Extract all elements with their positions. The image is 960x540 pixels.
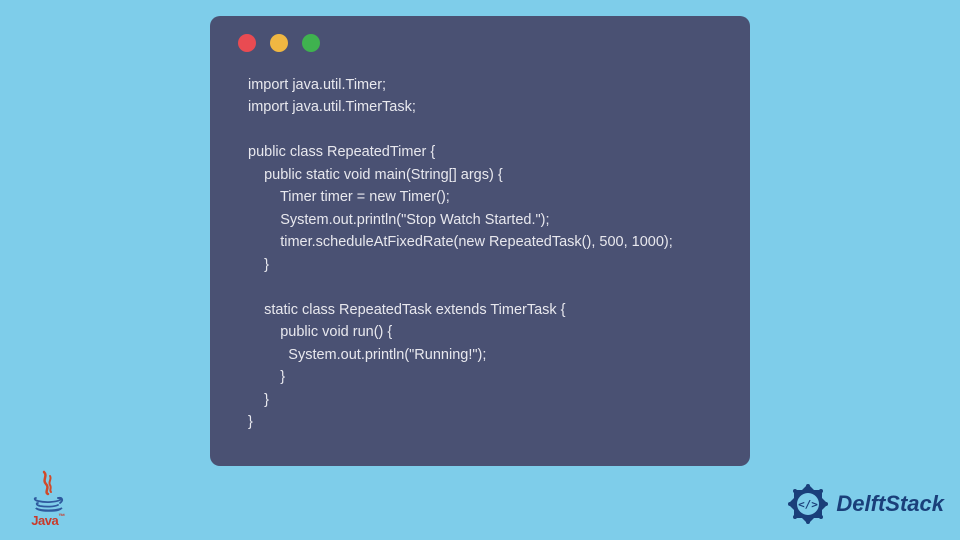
window-controls [234, 34, 726, 52]
code-window: import java.util.Timer; import java.util… [210, 16, 750, 466]
java-label: Java [31, 513, 58, 528]
window-dot-green [302, 34, 320, 52]
java-logo: Java™ [24, 466, 72, 530]
delftstack-label: DelftStack [836, 491, 944, 517]
java-logo-text: Java™ [31, 512, 64, 530]
java-tm: ™ [58, 514, 65, 521]
svg-text:</>: </> [798, 498, 818, 511]
window-dot-yellow [270, 34, 288, 52]
java-cup-icon [30, 470, 66, 512]
delftstack-icon: </> [786, 482, 830, 526]
window-dot-red [238, 34, 256, 52]
code-block: import java.util.Timer; import java.util… [234, 74, 726, 434]
delftstack-logo: </> DelftStack [786, 482, 944, 526]
